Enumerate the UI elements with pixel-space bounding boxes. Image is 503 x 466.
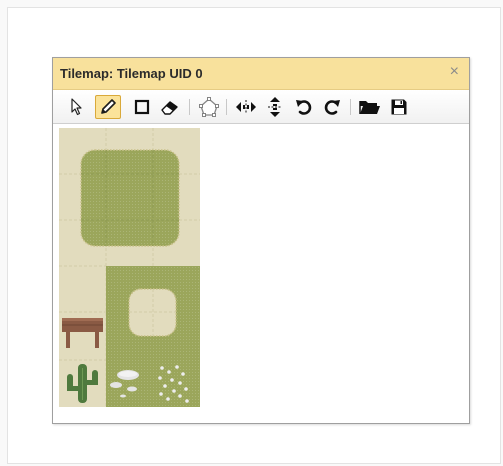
select-tool-button[interactable] xyxy=(64,95,90,119)
flip-vertical-icon xyxy=(268,97,282,117)
flip-horizontal-button[interactable] xyxy=(233,95,259,119)
flip-vertical-button[interactable] xyxy=(262,95,288,119)
tilemap-panel: Tilemap: Tilemap UID 0 × xyxy=(52,57,470,424)
save-button[interactable] xyxy=(386,95,412,119)
tileset-canvas[interactable] xyxy=(59,128,200,407)
rotate-cw-icon xyxy=(324,100,340,115)
toolbar-separator xyxy=(189,99,190,115)
rectangle-tool-button[interactable] xyxy=(129,95,155,119)
shape-tool-icon xyxy=(199,97,219,117)
pencil-icon xyxy=(101,99,116,114)
rotate-ccw-button[interactable] xyxy=(291,95,317,119)
panel-titlebar[interactable]: Tilemap: Tilemap UID 0 × xyxy=(53,58,469,90)
eraser-tool-button[interactable] xyxy=(157,95,183,119)
shape-tool-button[interactable] xyxy=(196,95,222,119)
toolbar-separator xyxy=(226,99,227,115)
eraser-icon xyxy=(161,101,178,115)
pencil-tool-button[interactable] xyxy=(95,95,121,119)
grass-patch-tile xyxy=(80,149,180,247)
open-folder-icon xyxy=(359,101,380,114)
rotate-cw-button[interactable] xyxy=(319,95,345,119)
open-button[interactable] xyxy=(357,95,383,119)
tilemap-toolbar xyxy=(53,90,469,124)
flip-horizontal-icon xyxy=(236,100,256,114)
close-icon[interactable]: × xyxy=(450,63,459,81)
toolbar-separator xyxy=(350,99,351,115)
save-icon xyxy=(391,99,407,115)
rectangle-icon xyxy=(134,99,150,115)
rotate-ccw-icon xyxy=(296,100,312,115)
panel-title: Tilemap: Tilemap UID 0 xyxy=(60,66,203,81)
select-icon xyxy=(71,98,82,116)
